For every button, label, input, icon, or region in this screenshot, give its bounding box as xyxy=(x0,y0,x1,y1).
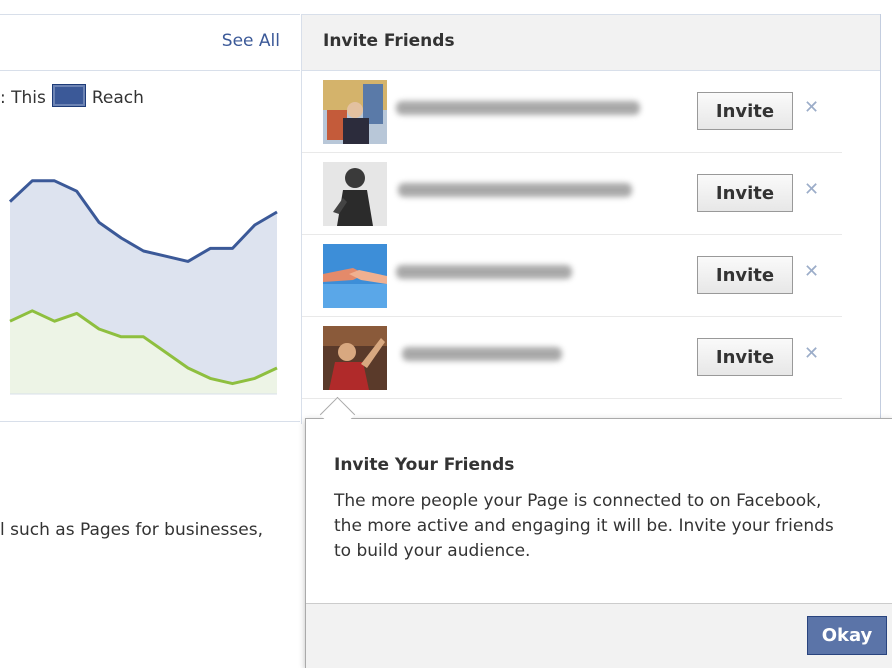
legend-label-reach: Reach xyxy=(91,88,144,108)
see-all-link[interactable]: See All xyxy=(222,31,280,51)
friend-avatar xyxy=(323,162,387,226)
legend-prefix: : This xyxy=(0,88,46,108)
close-icon[interactable]: ✕ xyxy=(804,97,819,118)
close-icon[interactable]: ✕ xyxy=(804,261,819,282)
friend-row: Invite ✕ xyxy=(302,317,842,399)
friend-name-blurred xyxy=(398,183,632,197)
invite-button[interactable]: Invite xyxy=(697,256,793,294)
friend-avatar xyxy=(323,244,387,308)
invite-friends-panel: Invite Friends Invite ✕ Invite ✕ Invite … xyxy=(301,14,881,424)
description-text: l such as Pages for businesses, xyxy=(0,520,263,540)
invite-friends-header: Invite Friends xyxy=(302,14,880,71)
legend-swatch-reach xyxy=(51,84,86,107)
invite-button[interactable]: Invite xyxy=(697,174,793,212)
friend-row: Invite ✕ xyxy=(302,71,842,153)
popup-title: Invite Your Friends xyxy=(334,455,515,475)
friend-name-blurred xyxy=(396,265,572,279)
invite-button[interactable]: Invite xyxy=(697,338,793,376)
friend-avatar xyxy=(323,326,387,390)
friend-row: Invite ✕ xyxy=(302,153,842,235)
reach-chart xyxy=(8,179,278,395)
popup-text: The more people your Page is connected t… xyxy=(334,491,834,561)
friend-row: Invite ✕ xyxy=(302,235,842,317)
friend-name-blurred xyxy=(396,101,640,115)
chart-legend: : This Reach xyxy=(0,84,144,108)
close-icon[interactable]: ✕ xyxy=(804,179,819,200)
okay-button[interactable]: Okay xyxy=(807,616,887,655)
close-icon[interactable]: ✕ xyxy=(804,343,819,364)
insights-header: See All xyxy=(0,14,300,71)
invite-button[interactable]: Invite xyxy=(697,92,793,130)
popup-footer: Okay xyxy=(306,603,892,668)
invite-friends-title: Invite Friends xyxy=(323,31,455,51)
friend-name-blurred xyxy=(402,347,562,361)
invite-tip-popup: Invite Your Friends The more people your… xyxy=(305,418,892,668)
friend-list: Invite ✕ Invite ✕ Invite ✕ Invite ✕ xyxy=(302,71,842,399)
friend-avatar xyxy=(323,80,387,144)
insights-panel: See All : This Reach xyxy=(0,14,300,422)
